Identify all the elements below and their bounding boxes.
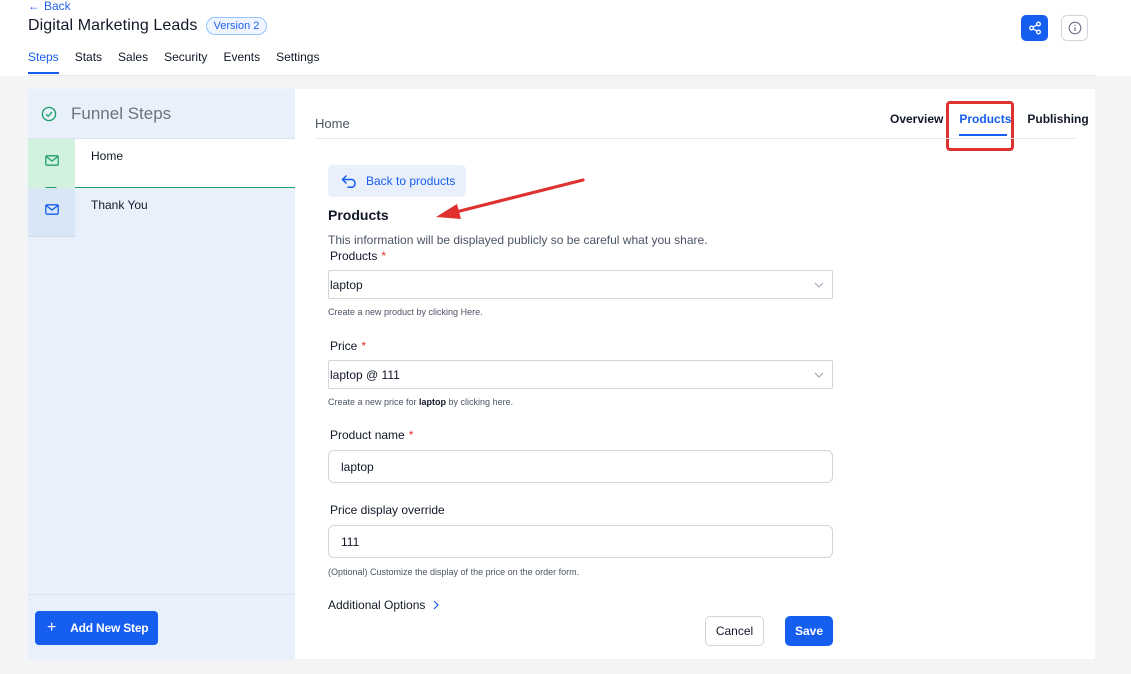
check-circle-icon <box>41 106 57 121</box>
chevron-down-icon <box>814 282 824 288</box>
product-name-label-text: Product name <box>330 428 405 442</box>
mail-icon <box>44 155 59 166</box>
price-label-text: Price <box>330 339 358 353</box>
add-new-step-label: Add New Step <box>70 621 149 635</box>
price-help-text: Create a new price for laptop by clickin… <box>328 397 513 407</box>
price-help-product: laptop <box>419 397 447 407</box>
tab-sales[interactable]: Sales <box>118 50 148 74</box>
add-new-step-button[interactable]: + Add New Step <box>35 611 158 645</box>
price-override-value: 111 <box>341 534 360 549</box>
product-name-field-label: Product name * <box>330 428 413 442</box>
products-help-text: Create a new product by clicking Here. <box>328 307 483 317</box>
info-button[interactable] <box>1061 15 1088 41</box>
main-panel: Home Overview Products Publishing Back t… <box>295 89 1095 659</box>
share-button[interactable] <box>1021 15 1048 41</box>
section-description: This information will be displayed publi… <box>328 233 708 247</box>
price-override-input[interactable]: 111 <box>328 525 833 558</box>
required-asterisk: * <box>361 339 367 353</box>
price-help-prefix: Create a new price for <box>328 397 420 407</box>
info-icon <box>1068 21 1081 35</box>
arrow-left-icon: ← <box>28 0 40 13</box>
tab-security[interactable]: Security <box>164 50 207 74</box>
step-item-home[interactable]: Home <box>28 139 295 193</box>
funnel-steps-sidebar: Funnel Steps Home Thank You + Add New St… <box>28 89 295 659</box>
step-item-thank-you[interactable]: Thank You <box>28 188 295 237</box>
mail-icon <box>44 204 59 215</box>
page-title: Digital Marketing Leads <box>28 17 198 34</box>
chevron-down-icon <box>814 372 824 378</box>
plus-icon: + <box>47 619 57 636</box>
annotation-highlight-box <box>946 101 1014 151</box>
step-icon-cell <box>28 188 75 237</box>
price-help-suffix: by clicking here. <box>446 397 514 407</box>
price-select-value: laptop @ 111 <box>330 367 400 382</box>
price-override-help-text: (Optional) Customize the display of the … <box>328 567 580 577</box>
cancel-button[interactable]: Cancel <box>705 616 764 646</box>
tab-publishing[interactable]: Publishing <box>1027 112 1088 136</box>
required-asterisk: * <box>381 249 387 263</box>
step-icon-cell <box>28 139 75 188</box>
price-select[interactable]: laptop @ 111 <box>328 360 833 389</box>
tab-stats[interactable]: Stats <box>75 50 102 74</box>
tab-steps[interactable]: Steps <box>28 50 59 74</box>
products-label-text: Products <box>330 249 378 263</box>
products-field-label: Products * <box>330 249 386 263</box>
top-tabs: Steps Stats Sales Security Events Settin… <box>28 50 319 74</box>
tab-events[interactable]: Events <box>223 50 260 74</box>
tab-overview[interactable]: Overview <box>890 112 943 136</box>
price-override-field-label: Price display override <box>330 503 445 517</box>
step-label: Home <box>75 139 295 188</box>
title-row: Digital Marketing Leads Version 2 <box>28 17 268 35</box>
tab-settings[interactable]: Settings <box>276 50 319 74</box>
annotation-arrow <box>436 178 585 219</box>
sidebar-header: Funnel Steps <box>28 89 295 139</box>
main-header-divider <box>315 138 1075 139</box>
breadcrumb-home: Home <box>315 116 350 131</box>
share-icon <box>1028 21 1041 35</box>
back-link[interactable]: ← Back <box>28 0 71 13</box>
save-button[interactable]: Save <box>785 616 833 646</box>
section-title: Products <box>328 207 389 223</box>
back-link-label: Back <box>44 0 71 13</box>
sidebar-divider <box>28 594 295 595</box>
products-select[interactable]: laptop <box>328 270 833 299</box>
additional-options-toggle[interactable]: Additional Options <box>328 598 440 612</box>
product-name-value: laptop <box>341 459 374 474</box>
chevron-right-icon <box>433 600 440 610</box>
required-asterisk: * <box>408 428 414 442</box>
undo-arrow-icon <box>341 175 356 188</box>
products-select-value: laptop <box>330 277 363 292</box>
product-name-input[interactable]: laptop <box>328 450 833 483</box>
sidebar-title: Funnel Steps <box>71 103 172 123</box>
price-field-label: Price * <box>330 339 366 353</box>
version-badge[interactable]: Version 2 <box>205 17 268 35</box>
additional-options-label: Additional Options <box>328 598 426 612</box>
step-label: Thank You <box>91 198 148 212</box>
